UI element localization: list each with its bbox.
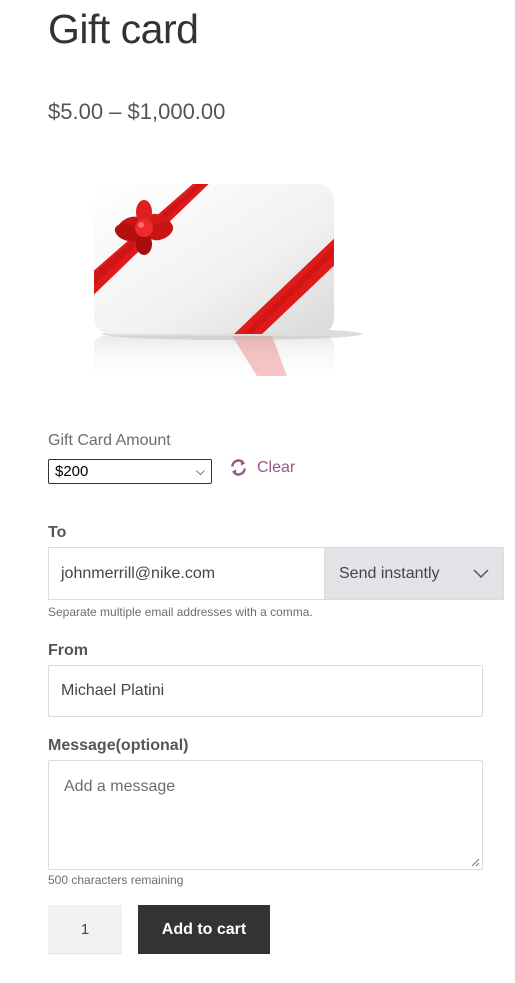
sender-name-input[interactable]: Michael Platini	[48, 665, 483, 717]
message-label: Message(optional)	[48, 737, 189, 754]
refresh-icon	[231, 459, 246, 476]
gift-card-amount-label: Gift Card Amount	[48, 432, 171, 449]
send-timing-select[interactable]: Send instantly	[324, 547, 504, 600]
amount-selected-value: $200	[55, 463, 89, 480]
product-title: Gift card	[48, 6, 199, 52]
chevron-down-icon	[473, 568, 489, 578]
to-row: johnmerrill@nike.com Send instantly	[48, 547, 504, 600]
add-to-cart-button[interactable]: Add to cart	[138, 905, 270, 954]
to-label: To	[48, 524, 67, 541]
email-hint: Separate multiple email addresses with a…	[48, 605, 313, 619]
message-textarea[interactable]: Add a message	[48, 760, 483, 870]
gift-card-image	[94, 184, 362, 384]
characters-remaining: 500 characters remaining	[48, 873, 184, 887]
chevron-down-icon: ⌵	[195, 464, 205, 478]
recipient-email-input[interactable]: johnmerrill@nike.com	[48, 547, 324, 600]
resize-grip-icon[interactable]	[470, 857, 480, 867]
clear-button[interactable]: Clear	[229, 458, 295, 477]
gift-card-amount-select[interactable]: $200 ⌵	[48, 459, 212, 484]
from-label: From	[48, 642, 88, 659]
quantity-input[interactable]: 1	[48, 905, 122, 954]
message-placeholder: Add a message	[64, 778, 176, 795]
product-price: $5.00 – $1,000.00	[48, 99, 226, 124]
clear-label: Clear	[257, 458, 296, 476]
send-timing-value: Send instantly	[339, 564, 440, 582]
